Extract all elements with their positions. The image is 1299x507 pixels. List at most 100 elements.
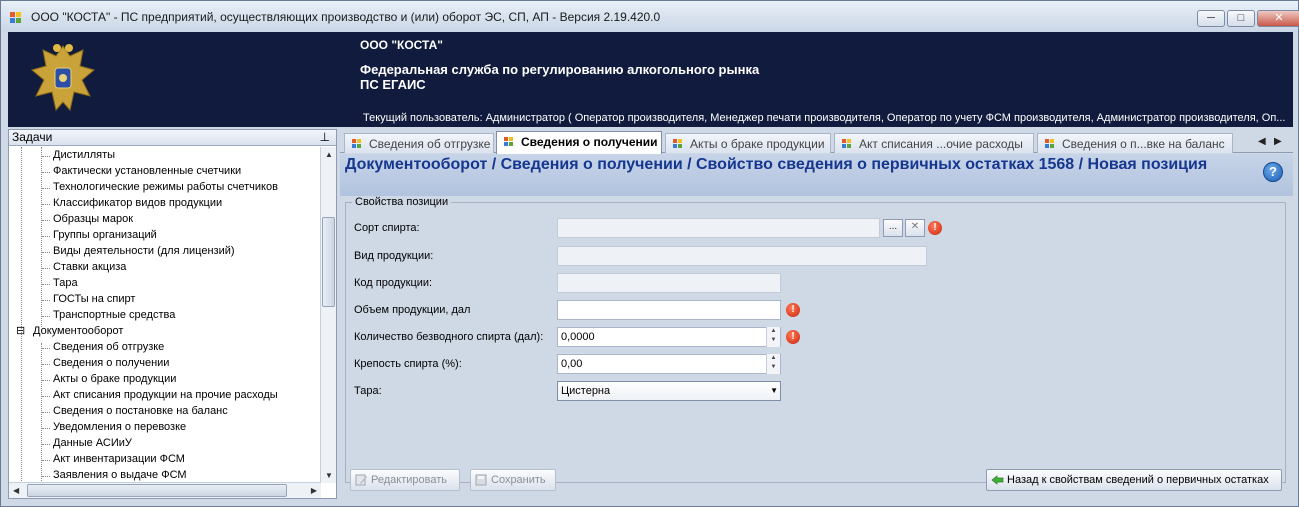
tab-writeoff-acts[interactable]: Акт списания ...очие расходы: [834, 133, 1034, 153]
tree-item-receipt[interactable]: Сведения о получении: [53, 357, 169, 369]
container-select[interactable]: Цистерна ▼: [557, 381, 781, 401]
chevron-down-icon[interactable]: ▼: [770, 386, 778, 395]
tree-connector: [42, 172, 50, 173]
error-icon: !: [786, 303, 800, 317]
app-window: ООО "КОСТА" - ПС предприятий, осуществля…: [0, 0, 1299, 507]
tree-connector: [42, 188, 50, 189]
tree-item-excise-rates[interactable]: Ставки акциза: [53, 261, 126, 273]
tree-item-writeoff-acts[interactable]: Акт списания продукции на прочие расходы: [53, 389, 278, 401]
tree-item-transport-notices[interactable]: Уведомления о перевозке: [53, 421, 186, 433]
tab-next-icon[interactable]: ▶: [1274, 136, 1282, 147]
spin-up-icon[interactable]: ▲: [767, 327, 780, 336]
main-area: Сведения об отгрузке Сведения о получени…: [340, 129, 1293, 499]
tree-connector: [42, 316, 50, 317]
back-button[interactable]: Назад к свойствам сведений о первичных о…: [986, 469, 1282, 491]
scroll-up-icon[interactable]: ▲: [325, 150, 333, 159]
tasks-panel-header: Задачи ⊥: [9, 130, 336, 146]
tab-defect-acts[interactable]: Акты о браке продукции: [665, 133, 831, 153]
save-button[interactable]: Сохранить: [470, 469, 556, 491]
anhydrous-stepper[interactable]: ▲ ▼: [766, 327, 780, 347]
tasks-vertical-scrollbar[interactable]: ▲ ▼: [320, 147, 336, 483]
tab-shipment[interactable]: Сведения об отгрузке: [344, 133, 494, 153]
tree-item-spirit-gosts[interactable]: ГОСТы на спирт: [53, 293, 135, 305]
tab-content: Документооборот / Сведения о получении /…: [340, 154, 1293, 499]
product-code-field[interactable]: [557, 273, 781, 293]
anhydrous-field[interactable]: 0,0000 ▲ ▼: [557, 327, 781, 347]
current-user-label: Текущий пользователь: Администратор ( Оп…: [363, 112, 1286, 124]
document-icon: [504, 137, 513, 146]
tree-item-defect-acts[interactable]: Акты о браке продукции: [53, 373, 176, 385]
product-type-label: Вид продукции:: [354, 250, 434, 262]
tree-item-org-groups[interactable]: Группы организаций: [53, 229, 157, 241]
maximize-button[interactable]: □: [1227, 10, 1255, 27]
tree-item-balance[interactable]: Сведения о постановке на баланс: [53, 405, 228, 417]
agency-line-1: Федеральная служба по регулированию алко…: [360, 62, 760, 77]
document-tabs: Сведения об отгрузке Сведения о получени…: [340, 131, 1293, 155]
edit-button[interactable]: Редактировать: [350, 469, 460, 491]
tree-connector: [42, 428, 50, 429]
pin-icon[interactable]: ⊥: [320, 130, 330, 145]
tree-item-containers[interactable]: Тара: [53, 277, 78, 289]
spin-up-icon[interactable]: ▲: [767, 354, 780, 363]
scroll-right-icon[interactable]: ▶: [311, 486, 317, 495]
tree-connector: [42, 444, 50, 445]
document-icon: [673, 139, 682, 148]
tasks-panel: Задачи ⊥ Дистилляты Фактически установле…: [8, 129, 337, 499]
scroll-thumb[interactable]: [27, 484, 287, 497]
document-icon: [1045, 139, 1054, 148]
tab-receipt[interactable]: Сведения о получении: [496, 131, 662, 155]
scroll-down-icon[interactable]: ▼: [325, 471, 333, 480]
document-icon: [842, 139, 851, 148]
group-title: Свойства позиции: [352, 196, 452, 208]
tree-connector: [42, 380, 50, 381]
volume-label: Объем продукции, дал: [354, 304, 471, 316]
strength-stepper[interactable]: ▲ ▼: [766, 354, 780, 374]
document-icon: [352, 139, 361, 148]
tree-item-vehicles[interactable]: Транспортные средства: [53, 309, 175, 321]
tab-balance[interactable]: Сведения о п...вке на баланс: [1037, 133, 1233, 153]
spirit-grade-field[interactable]: [557, 218, 880, 238]
tree-item-fsm-applications[interactable]: Заявления о выдаче ФСМ: [53, 469, 187, 481]
minimize-button[interactable]: ─: [1197, 10, 1225, 27]
tree-connector: [42, 460, 50, 461]
spin-down-icon[interactable]: ▼: [767, 336, 780, 345]
container-label: Тара:: [354, 385, 382, 397]
tree-item-fsm-inventory[interactable]: Акт инвентаризации ФСМ: [53, 453, 185, 465]
scroll-left-icon[interactable]: ◀: [13, 486, 19, 495]
tasks-horizontal-scrollbar[interactable]: ◀ ▶: [9, 482, 321, 498]
anhydrous-label: Количество безводного спирта (дал):: [354, 331, 544, 343]
tree-item-product-classifier[interactable]: Классификатор видов продукции: [53, 197, 222, 209]
tree-expand-icon[interactable]: ⊟: [16, 324, 25, 337]
tree-item-meter-modes[interactable]: Технологические режимы работы счетчиков: [53, 181, 278, 193]
save-icon: [475, 474, 487, 486]
tree-item-installed-meters[interactable]: Фактически установленные счетчики: [53, 165, 241, 177]
header-banner: ООО "КОСТА" Федеральная служба по регули…: [8, 32, 1293, 127]
strength-field[interactable]: 0,00 ▲ ▼: [557, 354, 781, 374]
product-type-field[interactable]: [557, 246, 927, 266]
tree-item-shipment[interactable]: Сведения об отгрузке: [53, 341, 164, 353]
container-value: Цистерна: [561, 385, 611, 397]
tree-group-docflow[interactable]: Документооборот: [33, 325, 123, 337]
tree-item-stamp-samples[interactable]: Образцы марок: [53, 213, 133, 225]
back-label: Назад к свойствам сведений о первичных о…: [1007, 474, 1269, 486]
tasks-tree: Дистилляты Фактически установленные счет…: [9, 147, 321, 483]
page-heading: Документооборот / Сведения о получении /…: [340, 154, 1293, 196]
app-icon: [10, 12, 21, 23]
tab-label: Акты о браке продукции: [690, 137, 825, 151]
close-button[interactable]: ✕: [1257, 10, 1299, 27]
browse-button[interactable]: ...: [883, 219, 903, 237]
tab-prev-icon[interactable]: ◀: [1258, 136, 1266, 147]
tree-connector: [42, 364, 50, 365]
volume-field[interactable]: [557, 300, 781, 320]
tree-item-asiiu-data[interactable]: Данные АСИиУ: [53, 437, 132, 449]
tree-item-activity-types[interactable]: Виды деятельности (для лицензий): [53, 245, 235, 257]
tree-connector: [42, 268, 50, 269]
save-label: Сохранить: [491, 474, 546, 486]
scroll-thumb[interactable]: [322, 217, 335, 307]
tree-item-distillates[interactable]: Дистилляты: [53, 149, 115, 161]
tree-connector: [42, 476, 50, 477]
clear-icon[interactable]: ✕: [905, 219, 925, 237]
spin-down-icon[interactable]: ▼: [767, 363, 780, 372]
help-icon[interactable]: ?: [1263, 162, 1283, 182]
strength-value: 0,00: [561, 358, 583, 370]
